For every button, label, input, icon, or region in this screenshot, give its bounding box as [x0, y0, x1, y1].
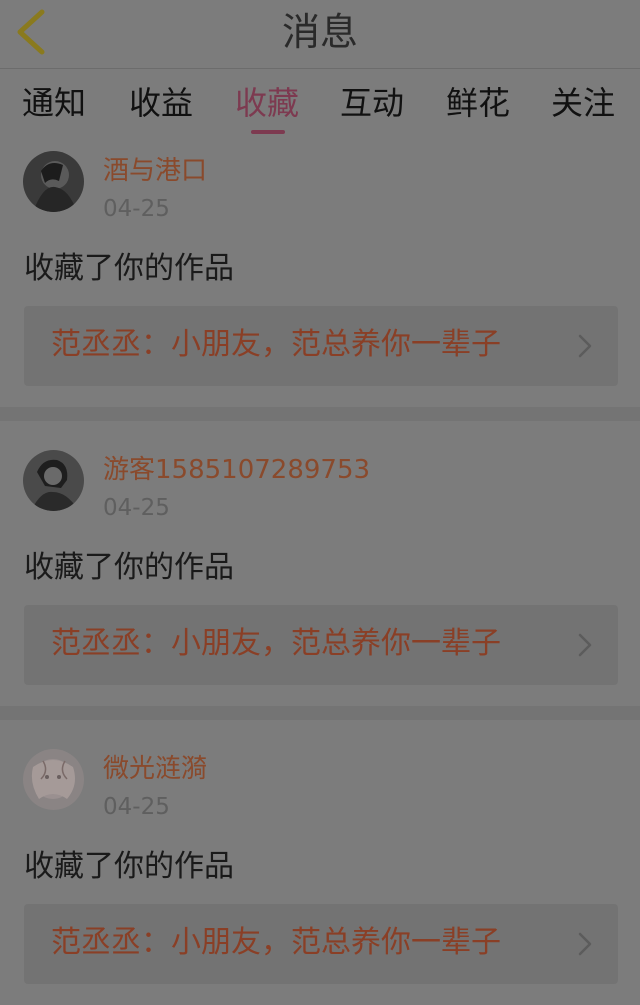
action-text: 收藏了你的作品: [24, 849, 234, 884]
list-item: 游客1585107289753 04-25 收藏了你的作品 范丞丞：小朋友，范总…: [0, 438, 640, 706]
work-title: 范丞丞：小朋友，范总养你一辈子: [51, 327, 501, 362]
action-text: 收藏了你的作品: [24, 550, 234, 585]
timestamp: 04-25: [103, 794, 170, 820]
action-text: 收藏了你的作品: [24, 251, 234, 286]
timestamp: 04-25: [103, 495, 170, 521]
top-bar: 消息: [0, 0, 640, 69]
avatar[interactable]: [23, 151, 84, 212]
chevron-right-icon: [578, 932, 592, 956]
tab-bar: 通知 收益 收藏 互动 鲜花 关注: [0, 69, 640, 139]
divider: [0, 706, 640, 720]
tab-earnings[interactable]: 收益: [129, 81, 193, 125]
avatar[interactable]: [23, 749, 84, 810]
page-title: 消息: [281, 10, 358, 54]
divider: [0, 407, 640, 421]
username[interactable]: 微光涟漪: [103, 751, 207, 787]
work-title: 范丞丞：小朋友，范总养你一辈子: [51, 925, 501, 960]
active-tab-indicator: [251, 130, 285, 134]
work-link[interactable]: 范丞丞：小朋友，范总养你一辈子: [24, 605, 618, 685]
chevron-right-icon: [578, 334, 592, 358]
timestamp: 04-25: [103, 196, 170, 222]
work-link[interactable]: 范丞丞：小朋友，范总养你一辈子: [24, 306, 618, 386]
work-title: 范丞丞：小朋友，范总养你一辈子: [51, 626, 501, 661]
username[interactable]: 酒与港口: [103, 153, 207, 189]
tab-notifications[interactable]: 通知: [22, 81, 86, 125]
tab-favorites[interactable]: 收藏: [235, 81, 299, 125]
list-item: 微光涟漪 04-25 收藏了你的作品 范丞丞：小朋友，范总养你一辈子: [0, 737, 640, 1005]
username[interactable]: 游客1585107289753: [103, 452, 370, 488]
tab-follows[interactable]: 关注: [551, 81, 615, 125]
work-link[interactable]: 范丞丞：小朋友，范总养你一辈子: [24, 904, 618, 984]
list-item: 酒与港口 04-25 收藏了你的作品 范丞丞：小朋友，范总养你一辈子: [0, 139, 640, 407]
chevron-right-icon: [578, 633, 592, 657]
tab-flowers[interactable]: 鲜花: [446, 81, 510, 125]
tab-interactions[interactable]: 互动: [340, 81, 404, 125]
avatar[interactable]: [23, 450, 84, 511]
